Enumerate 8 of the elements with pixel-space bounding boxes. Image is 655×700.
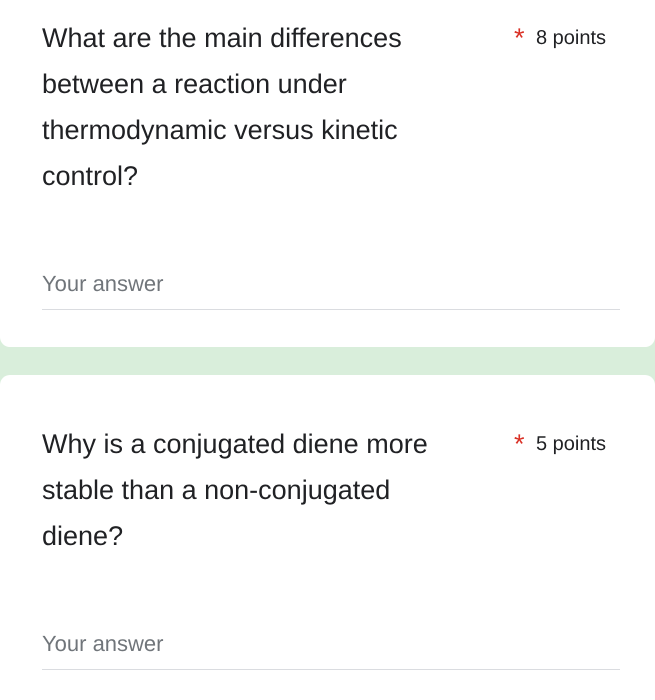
points-label: 5 points xyxy=(536,432,606,457)
required-asterisk: * xyxy=(514,22,526,55)
answer-field[interactable]: Your answer xyxy=(42,623,620,670)
question-text: What are the main differences between a reaction under thermodynamic versus kinetic control? xyxy=(42,22,403,193)
points-label: 8 points xyxy=(536,26,606,51)
answer-field[interactable]: Your answer xyxy=(42,263,620,310)
question-text: Why is a conjugated diene more stable than a non-conjugated diene? xyxy=(42,428,429,553)
required-asterisk: * xyxy=(514,428,526,461)
